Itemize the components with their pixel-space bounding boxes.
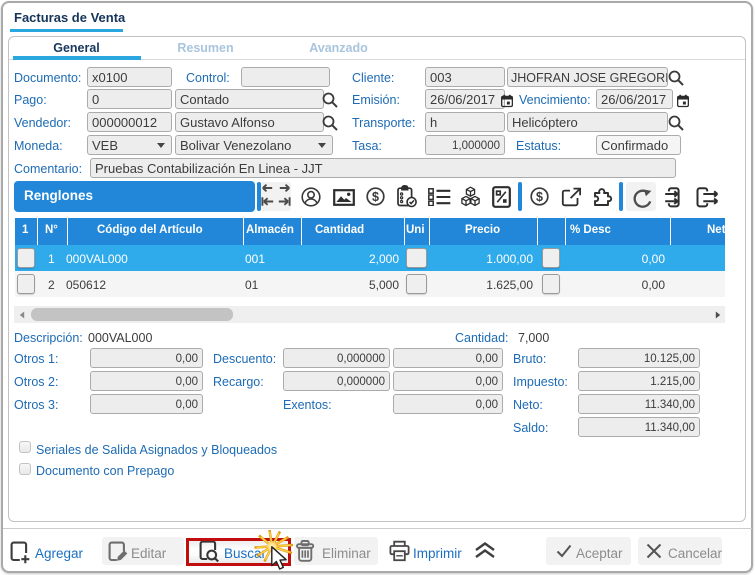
svg-text:$: $	[372, 190, 379, 204]
svg-text:$: $	[536, 190, 543, 204]
